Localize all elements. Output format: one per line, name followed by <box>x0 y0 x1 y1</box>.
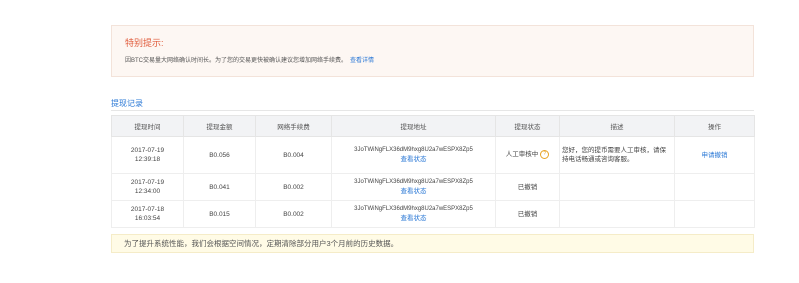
address-text: 3JoTWiNgFLX36dM9hxg8U2a7wESPX8Zp5 <box>354 206 473 212</box>
time-text: 16:03:54 <box>134 215 161 222</box>
time-text: 12:34:00 <box>134 188 161 195</box>
amount-cell: B0.041 <box>183 173 256 201</box>
action-cell <box>674 200 755 228</box>
time-cell: 2017-07-18 16:03:54 <box>111 200 184 228</box>
table-row: 2017-07-19 12:34:00 B0.041 B0.002 3JoTWi… <box>111 173 755 201</box>
fee-cell: B0.004 <box>255 136 332 174</box>
amount-cell: B0.015 <box>183 200 256 228</box>
notice-message: 因BTC交易量大网络确认时间长。为了您的交易更快被确认建议您增加网络手续费。 <box>125 58 348 64</box>
address-cell: 3JoTWiNgFLX36dM9hxg8U2a7wESPX8Zp5 查看状态 <box>331 173 496 201</box>
address-cell: 3JoTWiNgFLX36dM9hxg8U2a7wESPX8Zp5 查看状态 <box>331 200 496 228</box>
address-cell: 3JoTWiNgFLX36dM9hxg8U2a7wESPX8Zp5 查看状态 <box>331 136 496 174</box>
header-amount: 提现金额 <box>183 115 256 137</box>
notice-title: 特别提示: <box>125 38 164 48</box>
fee-cell: B0.002 <box>255 200 332 228</box>
header-description: 描述 <box>559 115 675 137</box>
special-notice: 特别提示: 因BTC交易量大网络确认时间长。为了您的交易更快被确认建议您增加网络… <box>111 25 754 77</box>
header-status: 提现状态 <box>495 115 560 137</box>
status-cell: 已撤销 <box>495 173 560 201</box>
time-text: 12:39:18 <box>134 156 161 163</box>
header-address: 提现地址 <box>331 115 496 137</box>
header-time: 提现时间 <box>111 115 184 137</box>
action-cell: 申请撤销 <box>674 136 755 174</box>
section-title: 提现记录 <box>111 99 143 108</box>
data-retention-note: 为了提升系统性能，我们会根据空间情况，定期清除部分用户3个月前的历史数据。 <box>111 234 754 253</box>
status-text: 人工审核中 <box>505 151 539 159</box>
status-cell: 已撤销 <box>495 200 560 228</box>
address-text: 3JoTWiNgFLX36dM9hxg8U2a7wESPX8Zp5 <box>354 147 473 153</box>
notice-details-link[interactable]: 查看详情 <box>350 58 374 64</box>
description-cell: 您好，您的提币需要人工审核，请保持电话畅通或咨询客服。 <box>559 136 675 174</box>
time-cell: 2017-07-19 12:39:18 <box>111 136 184 174</box>
question-circle-icon[interactable]: ? <box>540 150 550 160</box>
view-status-link[interactable]: 查看状态 <box>334 214 493 223</box>
time-cell: 2017-07-19 12:34:00 <box>111 173 184 201</box>
view-status-link[interactable]: 查看状态 <box>334 187 493 196</box>
table-row: 2017-07-19 12:39:18 B0.056 B0.004 3JoTWi… <box>111 136 755 174</box>
date-text: 2017-07-19 <box>130 147 165 154</box>
date-text: 2017-07-18 <box>130 206 165 213</box>
fee-cell: B0.002 <box>255 173 332 201</box>
view-status-link[interactable]: 查看状态 <box>334 155 493 164</box>
description-cell <box>559 200 675 228</box>
date-text: 2017-07-19 <box>130 179 165 186</box>
address-text: 3JoTWiNgFLX36dM9hxg8U2a7wESPX8Zp5 <box>354 179 473 185</box>
cancel-request-link[interactable]: 申请撤销 <box>702 152 728 159</box>
status-cell: 人工审核中? <box>495 136 560 174</box>
table-header-row: 提现时间 提现金额 网络手续费 提现地址 提现状态 描述 操作 <box>111 115 755 137</box>
action-cell <box>674 173 755 201</box>
withdrawal-table: 提现时间 提现金额 网络手续费 提现地址 提现状态 描述 操作 2017-07-… <box>111 115 755 228</box>
header-action: 操作 <box>674 115 755 137</box>
description-cell <box>559 173 675 201</box>
table-row: 2017-07-18 16:03:54 B0.015 B0.002 3JoTWi… <box>111 200 755 228</box>
amount-cell: B0.056 <box>183 136 256 174</box>
header-fee: 网络手续费 <box>255 115 332 137</box>
notice-text: 因BTC交易量大网络确认时间长。为了您的交易更快被确认建议您增加网络手续费。 查看… <box>125 55 374 64</box>
section-divider <box>111 110 754 111</box>
